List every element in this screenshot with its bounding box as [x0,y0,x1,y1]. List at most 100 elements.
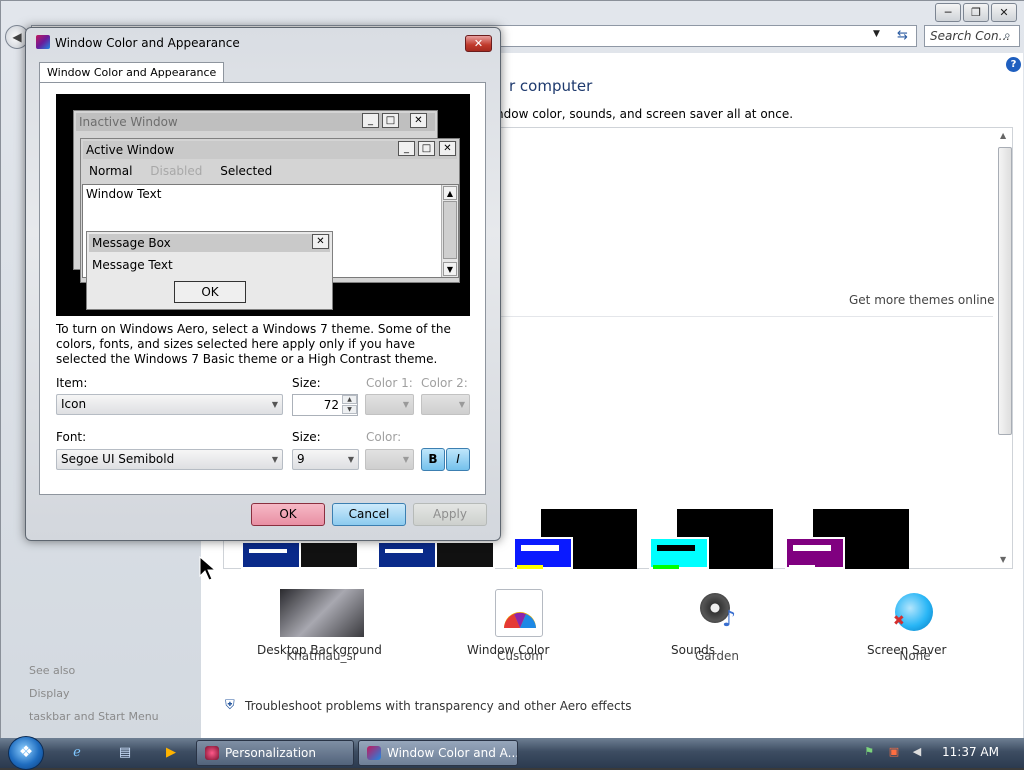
color1-picker[interactable]: ▼ [365,394,414,415]
theme-swatch-hc1[interactable] [513,537,573,569]
theme-swatch-hc2[interactable] [649,537,709,569]
theme-swatch-hc3[interactable] [785,537,845,569]
network-icon[interactable]: ▣ [887,745,901,759]
font-color-label: Color: [366,430,402,444]
ok-button[interactable]: OK [251,503,325,526]
item-select[interactable]: Icon ▼ [56,394,283,415]
window-title-buttons: ─ ❐ ✕ [935,3,1017,22]
window-color-icon[interactable] [495,589,543,637]
bold-button[interactable]: B [421,448,445,471]
sounds-label: Sounds [671,643,716,657]
sounds-item[interactable]: Sounds Garden [671,643,763,663]
shield-icon: ⛨ [225,698,235,713]
preview-maximize-icon: □ [382,113,399,128]
preview-close-icon: ✕ [410,113,427,128]
see-also-heading: See also [29,664,76,677]
screen-saver-icon[interactable]: ✖ [891,591,937,635]
chevron-down-icon: ▼ [458,400,465,409]
scroll-thumb[interactable] [998,147,1012,435]
scroll-up-icon[interactable]: ▲ [1000,131,1006,140]
preview-menu-selected[interactable]: Selected [220,164,272,178]
theme-thumbnail-basic[interactable] [241,541,359,569]
scroll-down-icon[interactable]: ▼ [443,262,457,276]
font-label: Font: [56,430,87,444]
screen-saver-label: Screen Saver [867,643,947,657]
tab-window-color-and-appearance[interactable]: Window Color and Appearance [39,62,225,83]
help-icon[interactable]: ? [1006,57,1021,72]
cancel-button[interactable]: Cancel [332,503,406,526]
item-label: Item: [56,376,88,390]
item-size-label: Size: [292,376,321,390]
font-color-picker[interactable]: ▼ [365,449,414,470]
scroll-up-icon[interactable]: ▲ [443,186,457,200]
internet-explorer-icon[interactable]: ℯ [68,744,86,762]
desktop-background-item[interactable]: Desktop Background Khatmau_sr [257,643,387,663]
clock[interactable]: 11:37 AM [942,745,999,759]
font-size-select[interactable]: 9 ▼ [292,449,359,470]
window-color-label: Window Color [467,643,550,657]
volume-icon[interactable]: ◀ [910,745,924,759]
color2-picker[interactable]: ▼ [421,394,470,415]
see-also-panel: See also Display taskbar and Start Menu [29,659,159,728]
preview-minimize-icon: _ [362,113,379,128]
window-color-item[interactable]: Window Color Custom [467,643,573,663]
see-also-display-link[interactable]: Display [29,682,159,705]
theme-divider [493,316,993,317]
flag-icon[interactable]: ⚑ [862,745,876,759]
theme-thumbnail-classic[interactable] [377,541,495,569]
preview-close-icon: ✕ [312,234,329,249]
troubleshoot-link[interactable]: Troubleshoot problems with transparency … [245,699,632,713]
spin-down-icon[interactable]: ▼ [342,405,357,414]
preview-minimize-icon: _ [398,141,415,156]
color2-label: Color 2: [421,376,468,390]
preview-maximize-icon: □ [418,141,435,156]
personalization-task-icon [205,746,219,760]
item-size-spinner[interactable]: ▲ ▼ [342,395,357,415]
preview-menu-disabled[interactable]: Disabled [150,164,202,178]
italic-button[interactable]: I [446,448,470,471]
preview-menu-bar[interactable]: Normal Disabled Selected [89,164,286,178]
search-icon[interactable]: ⌕ [1004,28,1011,43]
get-more-themes-link[interactable]: Get more themes online [849,293,995,307]
maximize-button[interactable]: ❐ [963,3,989,22]
desktop-background-thumbnail[interactable] [280,589,364,637]
spin-up-icon[interactable]: ▲ [342,395,357,404]
window-color-task-icon [367,746,381,760]
preview-scrollbar[interactable]: ▲ ▼ [441,185,458,277]
preview-message-text: Message Text [92,258,173,272]
font-size-label: Size: [292,430,321,444]
chevron-down-icon: ▼ [271,400,278,409]
refresh-icon[interactable]: ⇆ [897,28,908,43]
scroll-down-icon[interactable]: ▼ [1000,555,1006,564]
dialog-title: Window Color and Appearance [55,36,240,50]
page-subheading: ndow color, sounds, and screen saver all… [496,107,794,121]
explorer-icon[interactable]: ▤ [116,744,134,762]
minimize-button[interactable]: ─ [935,3,961,22]
see-also-taskbar-link[interactable]: taskbar and Start Menu [29,705,159,728]
taskbar-button-personalization[interactable]: Personalization [196,740,354,766]
chevron-down-icon: ▼ [347,455,354,464]
message-box-title: Message Box [89,234,330,252]
dialog-close-button[interactable]: ✕ [465,35,492,52]
preview-ok-button[interactable]: OK [174,281,246,303]
start-button[interactable]: ❖ [8,736,44,770]
aero-info-text: To turn on Windows Aero, select a Window… [56,322,451,366]
screen-saver-item[interactable]: Screen Saver None [867,643,963,663]
taskbar-label: Window Color and A... [387,746,518,760]
color1-label: Color 1: [366,376,413,390]
themes-scrollbar[interactable]: ▲ ▼ [996,129,1012,567]
media-player-icon[interactable]: ▶ [162,744,180,762]
preview-menu-normal[interactable]: Normal [89,164,132,178]
scroll-thumb[interactable] [443,201,457,259]
close-button[interactable]: ✕ [991,3,1017,22]
taskbar-button-window-color[interactable]: Window Color and A... [358,740,518,766]
font-select-value: Segoe UI Semibold [61,452,175,466]
desktop-background-label: Desktop Background [257,643,382,657]
font-select[interactable]: Segoe UI Semibold ▼ [56,449,283,470]
apply-button[interactable]: Apply [413,503,487,526]
preview-close-icon: ✕ [439,141,456,156]
chevron-down-icon: ▼ [271,455,278,464]
sounds-icon[interactable]: ♪ [698,591,738,633]
chevron-down-icon: ▼ [402,455,409,464]
address-dropdown-icon[interactable]: ▼ [873,29,880,39]
